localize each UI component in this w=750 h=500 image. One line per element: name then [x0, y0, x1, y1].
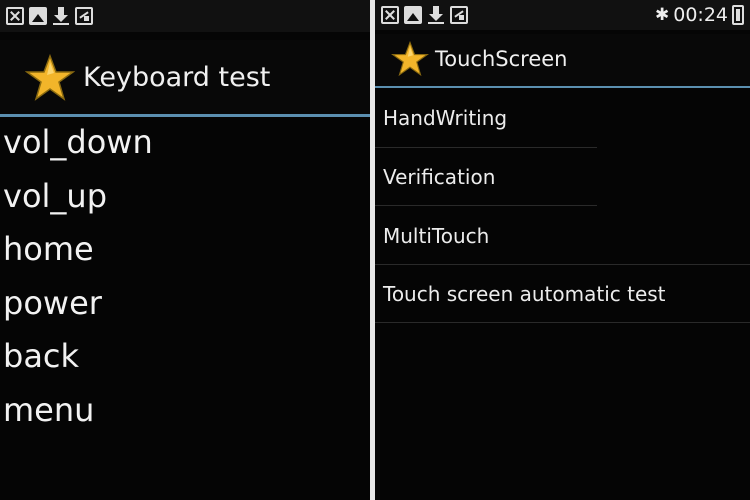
star-icon [25, 54, 75, 101]
download-icon [427, 6, 445, 24]
bluetooth-icon: ✱ [654, 5, 670, 25]
picture-icon [450, 6, 468, 24]
status-bar: ✱ 00:24 [375, 0, 750, 30]
list-separator [375, 322, 750, 323]
image-icon [29, 7, 47, 25]
picture-icon [75, 7, 93, 25]
menu-item-verification[interactable]: Verification [383, 165, 495, 189]
close-notification-icon [381, 6, 399, 24]
status-right: ✱ 00:24 [655, 4, 744, 26]
page-title: TouchScreen [435, 47, 568, 71]
close-notification-icon [6, 7, 24, 25]
key-item-home: home [3, 230, 94, 268]
list-separator [375, 264, 750, 265]
notification-icons [381, 6, 468, 24]
status-bar [0, 0, 370, 32]
menu-item-multitouch[interactable]: MultiTouch [383, 224, 489, 248]
download-icon [52, 7, 70, 25]
image-icon [404, 6, 422, 24]
key-item-back: back [3, 337, 80, 375]
keyboard-test-screen: Keyboard test vol_down vol_up home power… [0, 0, 370, 500]
battery-icon [732, 5, 744, 25]
title-bar: Keyboard test [0, 40, 370, 114]
notification-icons [6, 7, 93, 25]
key-item-vol-down: vol_down [3, 123, 153, 161]
menu-item-handwriting[interactable]: HandWriting [383, 106, 507, 130]
list-separator [375, 147, 597, 148]
menu-item-touch-screen-automatic-test[interactable]: Touch screen automatic test [383, 282, 666, 306]
list-separator [375, 205, 597, 206]
status-time: 00:24 [673, 4, 728, 26]
key-item-vol-up: vol_up [3, 177, 107, 215]
title-underline [0, 114, 370, 117]
key-item-menu: menu [3, 391, 95, 429]
key-item-power: power [3, 284, 102, 322]
title-bar: TouchScreen [375, 34, 750, 86]
title-underline [375, 86, 750, 88]
star-icon [391, 41, 429, 77]
touchscreen-screen: ✱ 00:24 TouchScreen HandWriting Verifica… [375, 0, 750, 500]
page-title: Keyboard test [83, 62, 271, 93]
